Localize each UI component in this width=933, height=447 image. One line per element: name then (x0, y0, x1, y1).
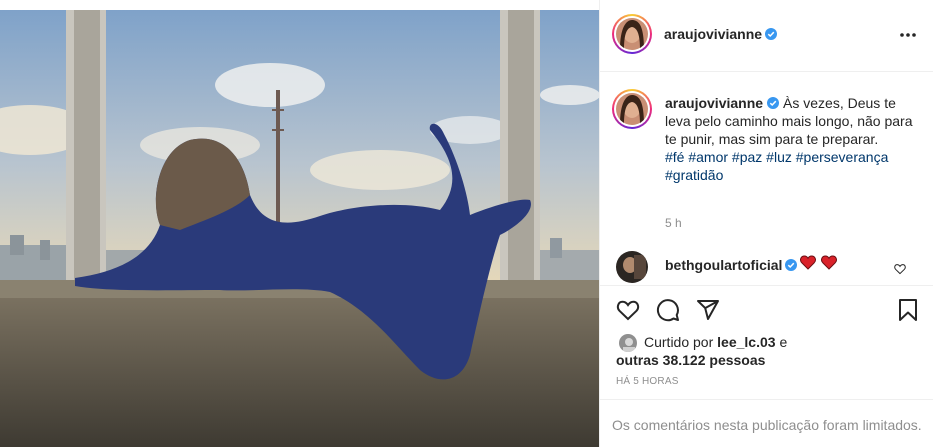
comments-limited-text: Os comentários nesta publicação foram li… (612, 417, 922, 433)
post-caption: araujovivianne Às vezes, Deus te leva pe… (665, 94, 920, 184)
caption-age[interactable]: 5 h (665, 216, 682, 230)
share-icon[interactable] (696, 298, 720, 322)
commenter-username-text[interactable]: bethgoulartoficial (665, 257, 782, 273)
verified-badge-icon (765, 28, 778, 40)
liked-by-prefix: Curtido por (644, 334, 714, 350)
verified-badge-icon (767, 97, 780, 109)
heart-icon[interactable] (616, 298, 640, 322)
comments-limited-notice: Os comentários nesta publicação foram li… (600, 399, 933, 447)
caption-author-avatar[interactable] (612, 89, 652, 129)
comment-text: ❤️❤️ (800, 255, 838, 276)
liked-by-others[interactable]: outras 38.122 pessoas (616, 351, 765, 369)
comment-row: bethgoulartoficial ❤️❤️ (600, 247, 933, 283)
post-actions (600, 287, 933, 331)
liked-by-line: Curtido por lee_lc.03 e (644, 333, 787, 351)
caption-hashtags[interactable]: #fé #amor #paz #luz #perseverança (665, 149, 888, 165)
more-options-icon[interactable] (898, 25, 918, 45)
author-username-text[interactable]: araujovivianne (664, 26, 762, 42)
author-avatar[interactable] (612, 14, 652, 54)
comments-section: araujovivianne Às vezes, Deus te leva pe… (600, 73, 933, 286)
liker-avatar[interactable] (618, 333, 638, 353)
liker-username[interactable]: lee_lc.03 (717, 334, 775, 350)
commenter-avatar[interactable] (616, 251, 648, 283)
red-heart-emoji-icon (800, 255, 837, 270)
caption-username[interactable]: araujovivianne (665, 95, 763, 111)
verified-badge-icon (785, 259, 798, 271)
likes-section: Curtido por lee_lc.03 e outras 38.122 pe… (600, 331, 933, 371)
post-header: araujovivianne (600, 0, 933, 72)
post-timestamp[interactable]: HÁ 5 HORAS (616, 376, 679, 387)
post-photo[interactable] (0, 10, 599, 447)
like-comment-heart-icon[interactable] (894, 263, 906, 275)
commenter-username[interactable]: bethgoulartoficial (665, 257, 798, 273)
comment-icon[interactable] (656, 298, 680, 322)
bookmark-icon[interactable] (896, 298, 920, 322)
post-side-panel: araujovivianne araujovivianne Às vezes, … (599, 0, 933, 447)
liked-by-conjunction: e (779, 334, 788, 350)
author-username[interactable]: araujovivianne (664, 26, 778, 42)
caption-hashtags-2[interactable]: #gratidão (665, 167, 723, 183)
